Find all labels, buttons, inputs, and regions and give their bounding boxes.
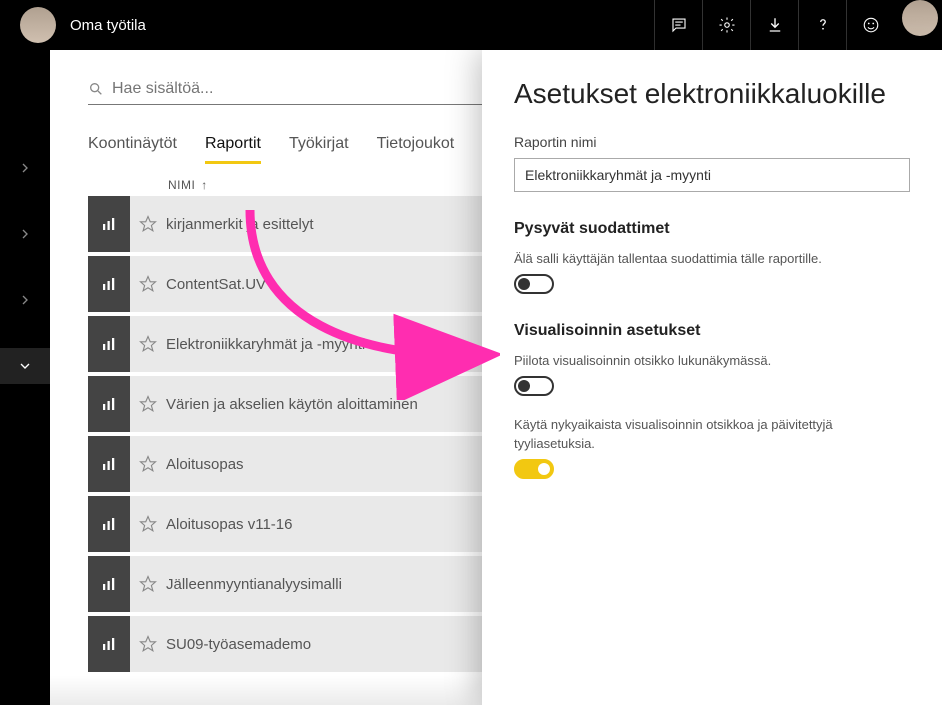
visual-settings-section: Visualisoinnin asetukset: [514, 322, 910, 340]
report-icon: [88, 256, 130, 312]
report-name: Aloitusopas v11-16: [166, 516, 292, 533]
topbar-actions: [654, 0, 942, 50]
nav-expand-3[interactable]: [0, 282, 50, 318]
report-name: Värien ja akselien käytön aloittaminen: [166, 396, 418, 413]
report-icon: [88, 196, 130, 252]
report-icon: [88, 616, 130, 672]
favorite-star-icon[interactable]: [130, 215, 166, 233]
filters-description: Älä salli käyttäjän tallentaa suodattimi…: [514, 250, 910, 268]
hide-header-toggle[interactable]: [514, 376, 554, 396]
smiley-icon[interactable]: [846, 0, 894, 50]
report-name: Jälleenmyyntianalyysimalli: [166, 576, 342, 593]
favorite-star-icon[interactable]: [130, 515, 166, 533]
tab-workbooks[interactable]: Työkirjat: [289, 135, 349, 164]
report-icon: [88, 556, 130, 612]
favorite-star-icon[interactable]: [130, 395, 166, 413]
nav-rail: [0, 50, 50, 705]
report-name: Aloitusopas: [166, 456, 244, 473]
favorite-star-icon[interactable]: [130, 455, 166, 473]
report-icon: [88, 496, 130, 552]
settings-panel: Asetukset elektroniikkaluokille Raportin…: [482, 50, 942, 705]
topbar: Oma työtila: [0, 0, 942, 50]
tab-reports[interactable]: Raportit: [205, 135, 261, 164]
sort-arrow-icon: ↑: [201, 178, 208, 192]
avatar[interactable]: [20, 7, 56, 43]
visual-desc-2: Käytä nykyaikaista visualisoinnin otsikk…: [514, 416, 910, 452]
column-header-label: NIMI: [168, 178, 195, 192]
report-name: Elektroniikkaryhmät ja -myynti: [166, 336, 365, 353]
help-icon[interactable]: [798, 0, 846, 50]
nav-expand-1[interactable]: [0, 150, 50, 186]
report-name: kirjanmerkit ja esittelyt: [166, 216, 314, 233]
report-name: SU09-työasemademo: [166, 636, 311, 653]
persistent-filters-section: Pysyvät suodattimet: [514, 220, 910, 238]
nav-expand-2[interactable]: [0, 216, 50, 252]
download-icon[interactable]: [750, 0, 798, 50]
modern-header-toggle[interactable]: [514, 459, 554, 479]
tab-datasets[interactable]: Tietojoukot: [377, 135, 455, 164]
user-avatar[interactable]: [902, 0, 938, 36]
report-name: ContentSat.UV: [166, 276, 266, 293]
favorite-star-icon[interactable]: [130, 275, 166, 293]
report-name-label: Raportin nimi: [514, 134, 910, 150]
search-icon: [88, 81, 104, 97]
report-name-input[interactable]: [514, 158, 910, 192]
chat-icon[interactable]: [654, 0, 702, 50]
visual-desc-1: Piilota visualisoinnin otsikko lukunäkym…: [514, 352, 910, 370]
workspace-title: Oma työtila: [70, 17, 654, 34]
nav-collapse[interactable]: [0, 348, 50, 384]
report-icon: [88, 316, 130, 372]
filters-toggle[interactable]: [514, 274, 554, 294]
favorite-star-icon[interactable]: [130, 635, 166, 653]
favorite-star-icon[interactable]: [130, 335, 166, 353]
panel-title: Asetukset elektroniikkaluokille: [514, 78, 910, 110]
report-icon: [88, 376, 130, 432]
favorite-star-icon[interactable]: [130, 575, 166, 593]
report-icon: [88, 436, 130, 492]
tab-dashboards[interactable]: Koontinäytöt: [88, 135, 177, 164]
gear-icon[interactable]: [702, 0, 750, 50]
